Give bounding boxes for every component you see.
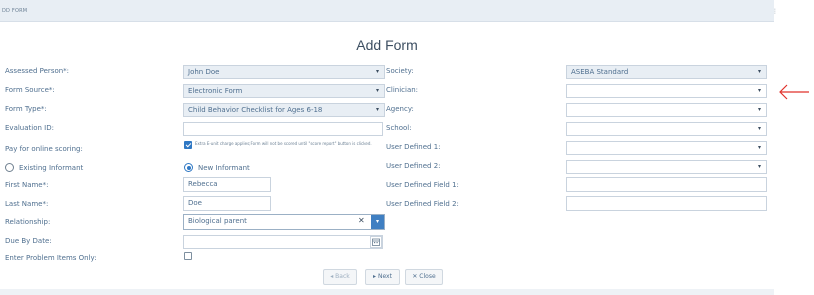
problem-items-label: Enter Problem Items Only: bbox=[5, 254, 97, 262]
window-titlebar: DD FORM ⋮ bbox=[0, 0, 778, 22]
user-defined-field-1-label: User Defined Field 1: bbox=[386, 181, 459, 189]
chevron-down-icon: ▾ bbox=[757, 144, 761, 151]
pay-online-label: Pay for online scoring: bbox=[5, 145, 83, 153]
form-source-select[interactable]: Electronic Form ▾ bbox=[183, 84, 385, 98]
page-title: Add Form bbox=[356, 37, 418, 53]
user-defined-1-select[interactable]: ▾ bbox=[566, 141, 767, 155]
first-name-label: First Name*: bbox=[5, 181, 49, 189]
society-value: ASEBA Standard bbox=[571, 68, 629, 76]
user-defined-2-select[interactable]: ▾ bbox=[566, 160, 767, 174]
chevron-down-icon[interactable]: ▾ bbox=[371, 215, 384, 229]
new-informant-label: New Informant bbox=[198, 164, 250, 172]
close-button[interactable]: ✕ Close bbox=[405, 269, 443, 285]
bottom-bar bbox=[0, 289, 774, 295]
chevron-down-icon: ▾ bbox=[757, 125, 761, 132]
user-defined-field-2-input[interactable] bbox=[566, 196, 767, 211]
user-defined-2-label: User Defined 2: bbox=[386, 162, 441, 170]
form-source-label: Form Source*: bbox=[5, 86, 55, 94]
school-select[interactable]: ▾ bbox=[566, 122, 767, 136]
society-select[interactable]: ASEBA Standard ▾ bbox=[566, 65, 767, 79]
evaluation-id-label: Evaluation ID: bbox=[5, 124, 54, 132]
agency-select[interactable]: ▾ bbox=[566, 103, 767, 117]
clinician-label: Clinician: bbox=[386, 86, 419, 94]
next-button[interactable]: ▸ Next bbox=[365, 269, 400, 285]
assessed-person-select[interactable]: John Doe ▾ bbox=[183, 65, 385, 79]
first-name-input[interactable]: Rebecca bbox=[183, 177, 271, 192]
pay-online-note: Extra E-unit charge applies;Form will no… bbox=[195, 141, 372, 146]
user-defined-1-label: User Defined 1: bbox=[386, 143, 441, 151]
window-menu-icon[interactable]: ⋮ bbox=[772, 8, 778, 15]
user-defined-field-2-label: User Defined Field 2: bbox=[386, 200, 459, 208]
due-by-date-input[interactable] bbox=[183, 235, 383, 249]
new-informant-radio[interactable] bbox=[184, 163, 193, 172]
evaluation-id-input[interactable] bbox=[183, 122, 383, 136]
relationship-label: Relationship: bbox=[5, 218, 51, 226]
chevron-down-icon: ▾ bbox=[375, 106, 379, 113]
user-defined-field-1-input[interactable] bbox=[566, 177, 767, 192]
due-by-date-label: Due By Date: bbox=[5, 237, 52, 245]
assessed-person-value: John Doe bbox=[188, 68, 220, 76]
assessed-person-label: Assessed Person*: bbox=[5, 67, 70, 75]
chevron-down-icon: ▾ bbox=[757, 68, 761, 75]
clinician-select[interactable]: ▾ bbox=[566, 84, 767, 98]
last-name-input[interactable]: Doe bbox=[183, 196, 271, 211]
clear-icon[interactable]: ✕ bbox=[358, 216, 365, 225]
form-type-select[interactable]: Child Behavior Checklist for Ages 6-18 ▾ bbox=[183, 103, 385, 117]
chevron-down-icon: ▾ bbox=[375, 87, 379, 94]
form-panel bbox=[0, 22, 774, 289]
annotation-arrow-icon bbox=[779, 84, 809, 100]
chevron-down-icon: ▾ bbox=[757, 106, 761, 113]
form-source-value: Electronic Form bbox=[188, 87, 243, 95]
form-type-label: Form Type*: bbox=[5, 105, 47, 113]
chevron-down-icon: ▾ bbox=[757, 87, 761, 94]
relationship-value: Biological parent bbox=[188, 217, 247, 225]
chevron-down-icon: ▾ bbox=[375, 68, 379, 75]
calendar-icon[interactable] bbox=[370, 236, 382, 248]
problem-items-checkbox[interactable] bbox=[184, 252, 192, 260]
back-button[interactable]: ◂ Back bbox=[323, 269, 357, 285]
school-label: School: bbox=[386, 124, 412, 132]
existing-informant-radio[interactable] bbox=[5, 163, 14, 172]
last-name-label: Last Name*: bbox=[5, 200, 49, 208]
agency-label: Agency: bbox=[386, 105, 414, 113]
relationship-select[interactable]: Biological parent ✕ ▾ bbox=[183, 214, 385, 230]
chevron-down-icon: ▾ bbox=[757, 163, 761, 170]
form-type-value: Child Behavior Checklist for Ages 6-18 bbox=[188, 106, 323, 114]
existing-informant-label: Existing Informant bbox=[19, 164, 84, 172]
society-label: Society: bbox=[386, 67, 414, 75]
window-title: DD FORM bbox=[2, 8, 28, 14]
